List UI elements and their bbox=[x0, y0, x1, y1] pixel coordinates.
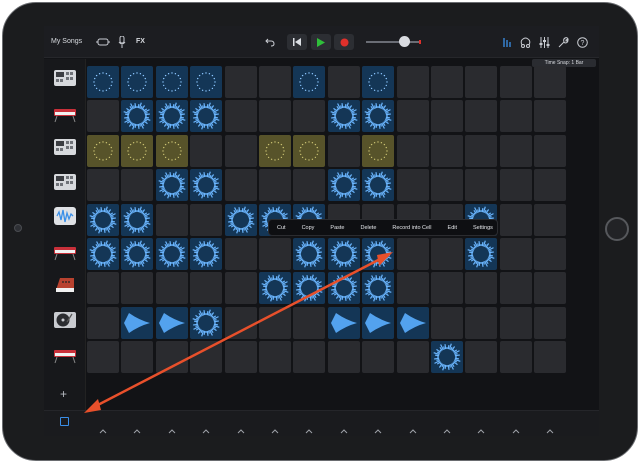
annotation-arrow bbox=[84, 252, 393, 413]
